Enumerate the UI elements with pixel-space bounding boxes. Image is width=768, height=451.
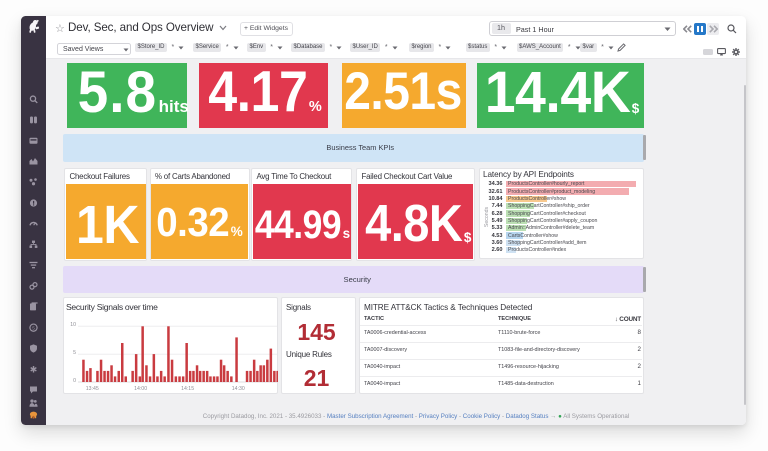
svg-text:✱: ✱ <box>30 364 38 374</box>
svg-text:5: 5 <box>32 325 35 330</box>
